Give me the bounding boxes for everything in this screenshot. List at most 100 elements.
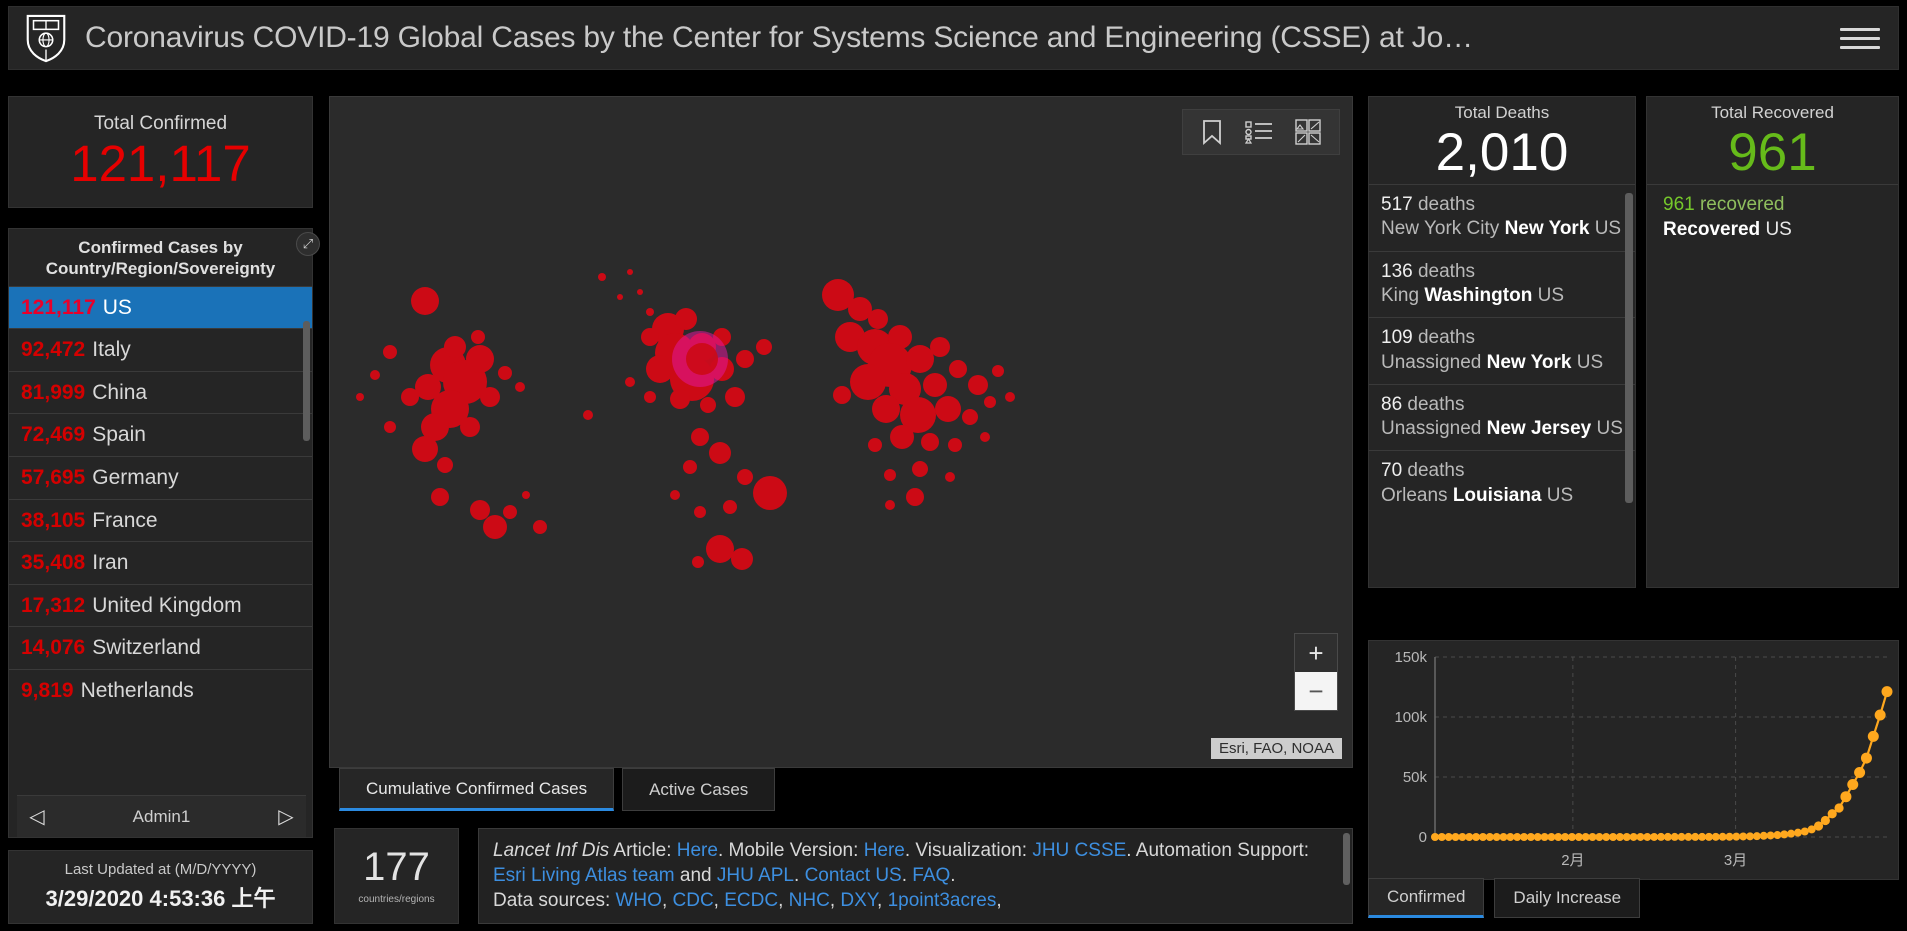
map-zoom-controls: + − <box>1294 633 1338 711</box>
deaths-row[interactable]: 136 deaths King Washington US <box>1369 250 1635 318</box>
zoom-out-button[interactable]: − <box>1295 672 1337 710</box>
credits-emphasis: Lancet Inf Dis <box>493 840 610 861</box>
credits-link[interactable]: ECDC <box>724 890 778 911</box>
credits-link[interactable]: FAQ <box>912 865 950 886</box>
deaths-row-count: 109 <box>1381 327 1413 349</box>
country-row[interactable]: 81,999 China <box>9 370 312 414</box>
total-deaths-value: 2,010 <box>1435 123 1569 182</box>
countries-count-label: countries/regions <box>358 894 435 905</box>
credits-link[interactable]: Here <box>677 840 718 861</box>
deaths-row-country: US <box>1596 418 1623 440</box>
map-tab-bar: Cumulative Confirmed Cases Active Cases <box>339 768 776 811</box>
pager-prev-button[interactable]: ◁ <box>17 804 57 829</box>
country-row[interactable]: 9,819 Netherlands <box>9 668 312 712</box>
country-list-scrollbar[interactable] <box>303 321 310 441</box>
total-confirmed-value: 121,117 <box>70 135 251 193</box>
deaths-row-country: US <box>1576 351 1604 373</box>
jhu-shield-logo <box>26 14 66 63</box>
credits-link[interactable]: JHU APL <box>717 865 794 886</box>
credits-link[interactable]: Esri Living Atlas team <box>493 865 675 886</box>
credits-link[interactable]: 1point3acres <box>888 890 997 911</box>
deaths-row[interactable]: 517 deaths New York City New York US <box>1369 183 1635 251</box>
country-name: Italy <box>92 338 131 362</box>
country-count: 35,408 <box>21 551 86 575</box>
credits-scrollbar[interactable] <box>1343 833 1350 885</box>
credits-link[interactable]: CDC <box>673 890 714 911</box>
data-sources-label: Data sources: <box>493 890 616 912</box>
country-count: 121,117 <box>21 295 96 319</box>
country-name: Spain <box>92 423 146 447</box>
credits-link[interactable]: WHO <box>616 890 662 911</box>
deaths-row-unit: deaths <box>1407 393 1465 415</box>
deaths-row-count: 86 <box>1381 393 1403 415</box>
chart-tab-bar: Confirmed Daily Increase <box>1368 878 1641 918</box>
credits-link[interactable]: Here <box>864 840 905 861</box>
deaths-row[interactable]: 109 deaths Unassigned New York US <box>1369 317 1635 384</box>
svg-text:3月: 3月 <box>1724 852 1747 869</box>
country-row[interactable]: 92,472 Italy <box>9 328 312 371</box>
map-attribution: Esri, FAO, NOAA <box>1210 738 1342 759</box>
zoom-in-button[interactable]: + <box>1295 634 1337 672</box>
deaths-row-region: Washington <box>1424 284 1533 306</box>
svg-text:2月: 2月 <box>1561 852 1584 869</box>
basemap-gallery-icon[interactable] <box>1295 119 1321 145</box>
country-count: 57,695 <box>21 465 86 489</box>
chart-tab[interactable]: Daily Increase <box>1494 878 1641 918</box>
deaths-row-country: US <box>1594 218 1622 240</box>
total-recovered-value: 961 <box>1728 123 1817 182</box>
country-row[interactable]: 38,105 France <box>9 498 312 542</box>
map-tab[interactable]: Active Cases <box>622 768 776 811</box>
country-count: 92,472 <box>21 338 86 362</box>
credits-link[interactable]: DXY <box>840 890 877 911</box>
country-row[interactable]: 121,117 US <box>9 285 312 329</box>
deaths-row-unit: deaths <box>1407 460 1465 482</box>
expand-panel-icon[interactable]: ⤢ <box>296 232 320 256</box>
deaths-row-place: Unassigned <box>1381 351 1482 373</box>
svg-text:100k: 100k <box>1394 709 1427 726</box>
country-list: 121,117 US 92,472 Italy 81,999 China 72,469 Spa… <box>9 285 312 712</box>
credits-text: Lancet Inf Dis Article: Here. Mobile Ver… <box>493 840 1310 912</box>
country-count: 72,469 <box>21 423 86 447</box>
credits-link[interactable]: Contact US <box>805 865 902 886</box>
recovered-row[interactable]: 961 recovered Recovered US <box>1647 183 1898 251</box>
deaths-row-unit: deaths <box>1417 193 1476 215</box>
credits-link[interactable]: NHC <box>789 890 830 911</box>
country-name: Iran <box>92 551 129 575</box>
hamburger-menu-icon[interactable] <box>1840 22 1880 55</box>
svg-text:50k: 50k <box>1403 769 1428 786</box>
deaths-row-place: New York City <box>1381 218 1500 240</box>
total-recovered-label: Total Recovered <box>1711 103 1834 122</box>
last-updated-label: Last Updated at (M/D/YYYY) <box>64 861 257 878</box>
country-row[interactable]: 35,408 Iran <box>9 541 312 584</box>
country-name: United Kingdom <box>92 593 242 617</box>
svg-text:150k: 150k <box>1394 649 1427 666</box>
country-list-pager: ◁ Admin1 ▷ <box>17 795 306 837</box>
svg-text:0: 0 <box>1419 829 1427 846</box>
confirmed-trend-chart: 0 50k 100k 150k 2月 3月 <box>1368 640 1899 880</box>
app-header: Coronavirus COVID-19 Global Cases by the… <box>8 6 1899 70</box>
bookmark-icon[interactable] <box>1201 119 1223 145</box>
country-row[interactable]: 57,695 Germany <box>9 455 312 499</box>
recovered-row-place: Recovered <box>1663 218 1761 240</box>
deaths-list: 517 deaths New York City New York US 136 d… <box>1369 183 1635 517</box>
country-count: 17,312 <box>21 593 86 617</box>
map-view[interactable]: + − Esri, FAO, NOAA <box>329 96 1353 768</box>
country-row[interactable]: 17,312 United Kingdom <box>9 583 312 627</box>
pager-next-button[interactable]: ▷ <box>266 804 306 829</box>
total-deaths-label: Total Deaths <box>1454 103 1550 122</box>
country-row[interactable]: 14,076 Switzerland <box>9 626 312 669</box>
country-name: Netherlands <box>80 678 194 702</box>
legend-list-icon[interactable] <box>1245 120 1273 144</box>
deaths-row-count: 136 <box>1381 260 1413 282</box>
chart-tab[interactable]: Confirmed <box>1368 878 1485 918</box>
deaths-row[interactable]: 70 deaths Orleans Louisiana US <box>1369 450 1635 517</box>
deaths-list-scrollbar[interactable] <box>1625 193 1633 503</box>
country-row[interactable]: 72,469 Spain <box>9 413 312 456</box>
credits-panel: Lancet Inf Dis Article: Here. Mobile Ver… <box>478 828 1353 924</box>
credits-link[interactable]: JHU CSSE <box>1032 840 1126 861</box>
deaths-row[interactable]: 86 deaths Unassigned New Jersey US <box>1369 383 1635 451</box>
deaths-row-unit: deaths <box>1417 260 1476 282</box>
last-updated-value: 3/29/2020 4:53:36 上午 <box>45 886 276 911</box>
total-deaths-panel: Total Deaths 2,010 517 deaths New York Ci… <box>1368 96 1636 588</box>
map-tab[interactable]: Cumulative Confirmed Cases <box>339 768 615 811</box>
